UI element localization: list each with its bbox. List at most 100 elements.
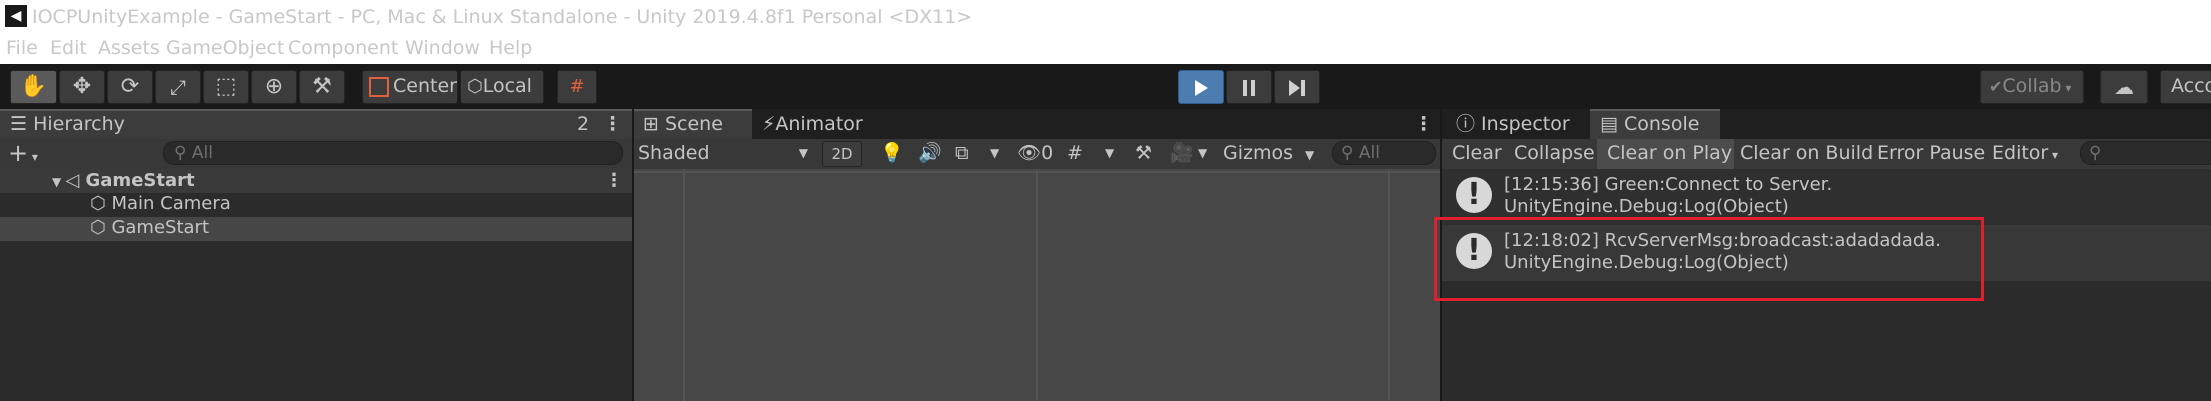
window-title: IOCPUnityExample - GameStart - PC, Mac &…: [32, 6, 973, 28]
scene-grid: [634, 169, 1440, 401]
info-icon: ⓘ: [1456, 113, 1482, 135]
grid-toggle-icon[interactable]: #: [1067, 142, 1083, 164]
highlight-box: [1434, 217, 1984, 301]
pause-icon: [1243, 80, 1255, 96]
unity-scene-icon: ◁: [65, 170, 86, 191]
gizmos-dropdown[interactable]: Gizmos ▼: [1223, 142, 1314, 166]
log-entry-text: [12:15:36] Green:Connect to Server.: [1504, 174, 1833, 195]
pivot-space-button[interactable]: ⬡Local: [460, 70, 544, 104]
tools-icon[interactable]: ⚒: [1135, 142, 1152, 164]
custom-tool-button[interactable]: ⚒: [299, 70, 345, 104]
rect-icon: ⬚: [215, 74, 237, 99]
unity-logo-icon: ◀: [5, 5, 27, 27]
cube-icon: ⬡: [467, 76, 483, 97]
grid-snap-button[interactable]: #: [557, 70, 597, 104]
scene-row-content: ▼ ◁ GameStart: [52, 170, 195, 191]
step-button[interactable]: [1274, 70, 1320, 104]
camera-icon[interactable]: 🎥: [1170, 142, 1194, 164]
collab-dropdown[interactable]: ✔Collab ▾: [1980, 70, 2084, 104]
search-icon: ⚲: [1341, 143, 1359, 163]
create-button[interactable]: + ▾: [8, 141, 38, 169]
effects-icon[interactable]: ⧉: [955, 142, 969, 164]
menu-edit[interactable]: Edit: [50, 34, 87, 62]
search-icon: ⚲: [174, 143, 192, 163]
grid-snap-icon: #: [569, 76, 585, 97]
chevron-down-icon[interactable]: ▼: [990, 142, 999, 164]
clear-on-build-toggle[interactable]: Clear on Build: [1740, 142, 1873, 164]
play-button[interactable]: [1178, 70, 1224, 104]
collapse-button[interactable]: Collapse: [1514, 142, 1595, 164]
error-pause-toggle[interactable]: Error Pause: [1877, 142, 1985, 164]
editor-dropdown[interactable]: Editor ▾: [1992, 142, 2058, 166]
grid-icon: ⊞: [643, 113, 665, 135]
scene-visibility-toggle[interactable]: 👁0: [1017, 142, 1053, 164]
account-dropdown[interactable]: Acco: [2160, 70, 2211, 104]
lock-icon[interactable]: 2: [577, 113, 589, 135]
console-icon: ▤: [1600, 113, 1624, 135]
gameobject-cube-icon: ⬡: [90, 217, 112, 238]
shading-mode-dropdown[interactable]: Shaded ▼: [638, 142, 812, 164]
chevron-down-icon[interactable]: ▼: [1198, 142, 1207, 164]
info-message-icon: !: [1456, 177, 1492, 213]
pivot-icon: [369, 76, 389, 97]
panel-menu-icon[interactable]: ⋮: [1414, 113, 1433, 135]
console-tab-content: ▤ Console: [1600, 113, 1700, 135]
play-icon: [1195, 80, 1208, 96]
rotate-tool-button[interactable]: ⟳: [107, 70, 153, 104]
list-item[interactable]: ⬡ GameStart: [90, 217, 209, 238]
toggle-2d-button[interactable]: 2D: [822, 141, 862, 167]
chevron-down-icon: ▼: [1305, 148, 1315, 162]
menu-file[interactable]: File: [6, 34, 38, 62]
pivot-center-button[interactable]: Center: [362, 70, 458, 104]
move-icon: ✥: [72, 74, 92, 99]
cloud-icon: ☁: [2114, 75, 2134, 99]
eye-hidden-icon: 👁: [1017, 142, 1042, 164]
scene-tab-bar: [634, 109, 1440, 139]
animator-icon: ⚡: [762, 113, 776, 135]
chevron-down-icon: ▾: [2048, 148, 2059, 162]
plus-icon: +: [8, 139, 29, 167]
clear-on-play-toggle[interactable]: Clear on Play: [1607, 142, 1732, 164]
transform-icon: ⊕: [264, 74, 284, 99]
console-search-input[interactable]: ⚲: [2080, 141, 2211, 165]
gameobject-cube-icon: ⬡: [90, 193, 112, 214]
tab-animator[interactable]: ⚡Animator: [762, 113, 863, 135]
scale-tool-button[interactable]: ⤢: [155, 70, 201, 104]
menu-help[interactable]: Help: [489, 34, 532, 62]
lighting-icon[interactable]: 💡: [880, 142, 904, 164]
hierarchy-tab-content: ☰ Hierarchy: [10, 113, 125, 135]
move-tool-button[interactable]: ✥: [59, 70, 105, 104]
menu-window[interactable]: Window: [405, 34, 480, 62]
list-item[interactable]: ⬡ Main Camera: [90, 193, 231, 214]
audio-icon[interactable]: 🔊: [918, 142, 942, 164]
scene-search-input[interactable]: ⚲ All: [1332, 141, 1436, 165]
menu-gameobject[interactable]: GameObject: [166, 34, 284, 62]
scene-tab-content: ⊞ Scene: [643, 113, 723, 135]
search-icon: ⚲: [2089, 143, 2102, 163]
wrench-icon: ⚒: [312, 74, 332, 99]
tab-inspector[interactable]: ⓘ Inspector: [1456, 113, 1570, 135]
menu-component[interactable]: Component: [288, 34, 398, 62]
panel-menu-icon[interactable]: ⋮: [603, 113, 622, 135]
hand-icon: ✋: [19, 74, 48, 99]
rect-tool-button[interactable]: ⬚: [203, 70, 249, 104]
hierarchy-search-input[interactable]: ⚲ All: [163, 141, 623, 165]
chevron-down-icon[interactable]: ▼: [1105, 142, 1114, 164]
scene-menu-icon[interactable]: ⋮: [605, 170, 623, 191]
hand-tool-button[interactable]: ✋: [10, 70, 57, 104]
pause-button[interactable]: [1226, 70, 1272, 104]
cloud-button[interactable]: ☁: [2100, 70, 2148, 104]
scale-icon: ⤢: [170, 75, 186, 99]
check-circle-icon: ✔: [1989, 77, 2003, 96]
expand-arrow-icon: ▼: [52, 175, 66, 189]
clear-button[interactable]: Clear: [1452, 142, 1502, 164]
chevron-down-icon: ▾: [28, 150, 38, 164]
scene-view[interactable]: [634, 169, 1440, 401]
chevron-down-icon: ▾: [2061, 81, 2072, 95]
rotate-icon: ⟳: [120, 74, 140, 99]
list-icon: ☰: [10, 113, 34, 135]
step-icon: [1289, 80, 1305, 96]
menu-assets[interactable]: Assets: [98, 34, 160, 62]
log-entry-stacktrace: UnityEngine.Debug:Log(Object): [1504, 196, 1789, 217]
transform-tool-button[interactable]: ⊕: [251, 70, 297, 104]
